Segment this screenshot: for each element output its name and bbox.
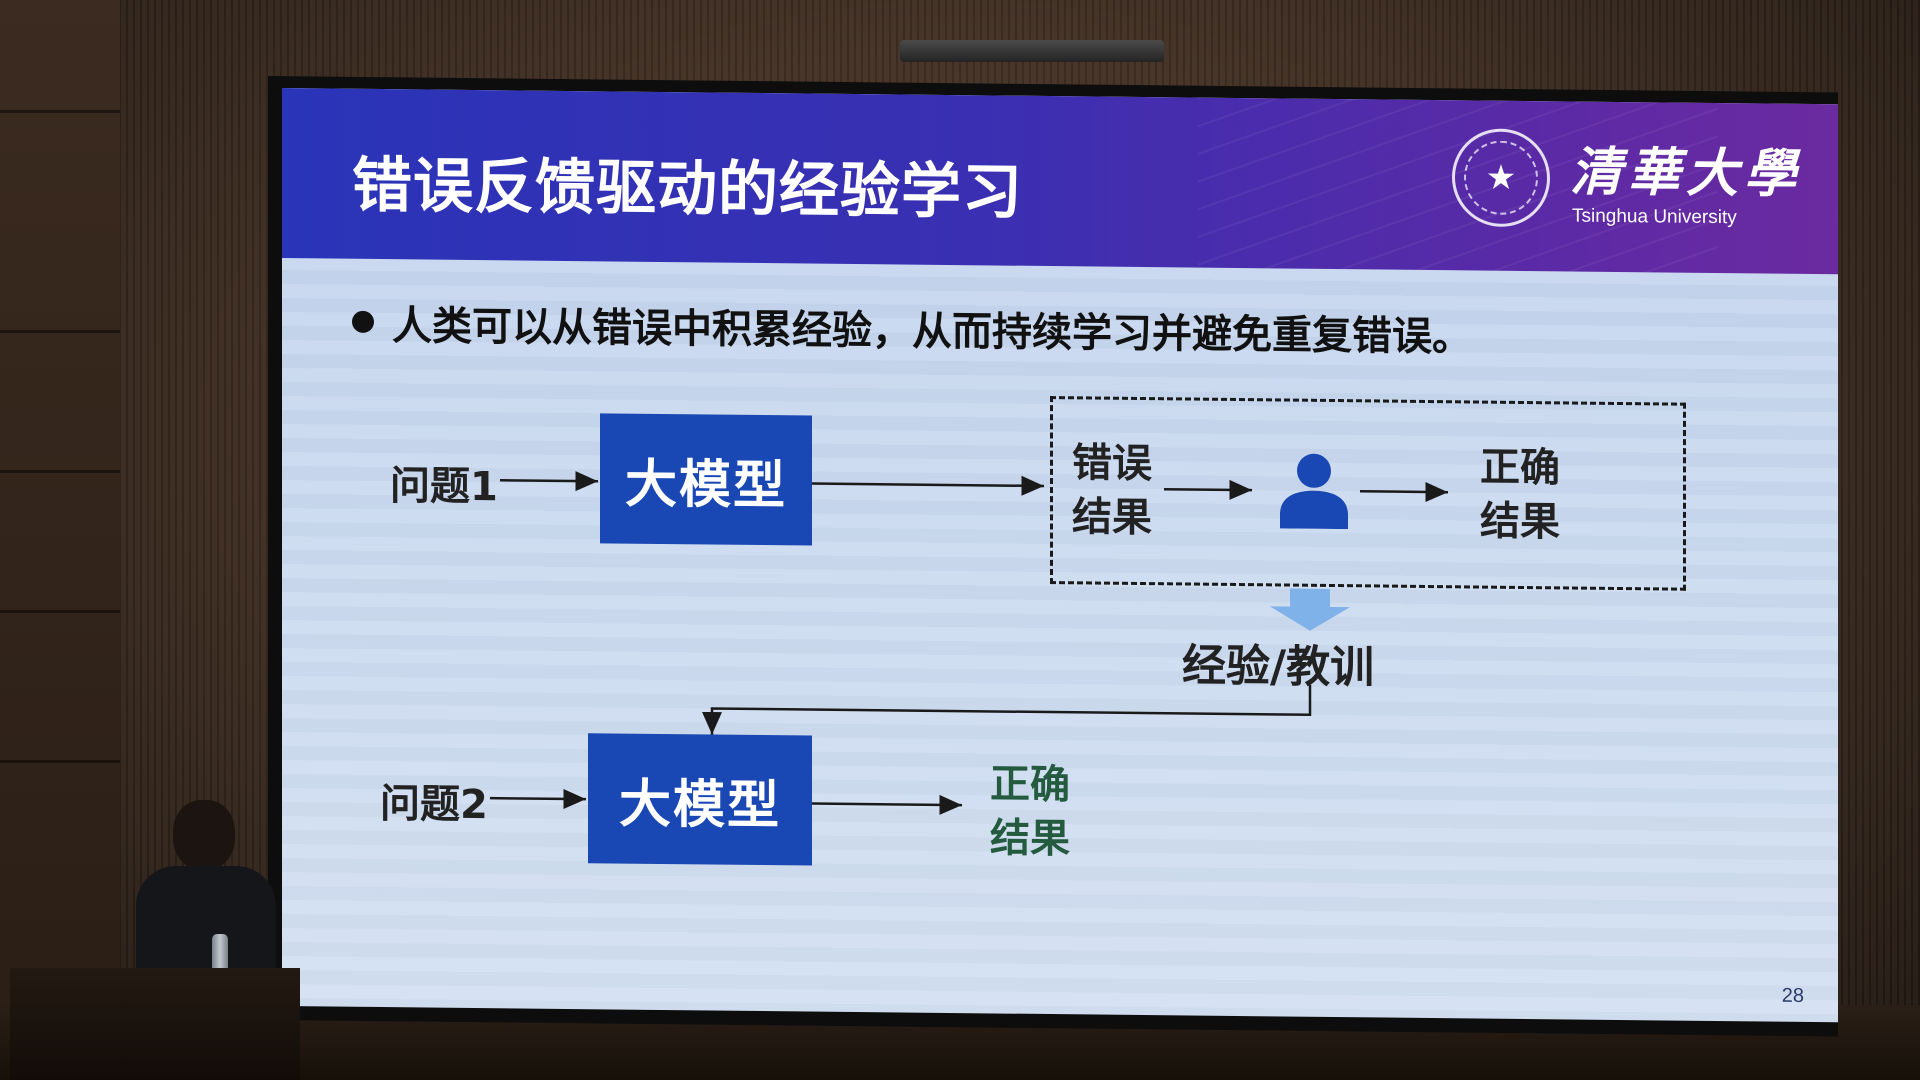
lectern	[10, 968, 300, 1080]
wrong-result-label: 错误 结果	[1072, 436, 1152, 545]
question-1-label: 问题1	[390, 463, 498, 511]
correct-result-label-2: 正确 结果	[990, 757, 1070, 866]
person-icon	[1280, 453, 1348, 530]
correct-result-1-line-1: 正确	[1480, 444, 1560, 492]
feedback-down-arrow	[1270, 588, 1350, 631]
lesson-label: 经验/教训	[1182, 640, 1375, 694]
arrow-question2-to-model	[490, 788, 586, 809]
bullet-icon	[352, 310, 374, 333]
correct-result-2-line-2: 结果	[990, 815, 1070, 863]
projector-bar	[900, 40, 1164, 62]
wrong-result-line-2: 结果	[1072, 494, 1152, 542]
correct-result-label-1: 正确 结果	[1480, 441, 1560, 550]
large-model-box-2: 大模型	[588, 733, 812, 866]
page-number: 28	[1781, 984, 1804, 1007]
slide-title: 错误反馈驱动的经验学习	[352, 150, 1023, 228]
university-logo-english: Tsinghua University	[1572, 205, 1737, 229]
presentation-slide: 错误反馈驱动的经验学习 ★ 清華大學 Tsinghua University 人…	[282, 88, 1838, 1023]
large-model-box-1: 大模型	[600, 413, 812, 546]
arrow-model2-to-correct-result	[812, 794, 962, 815]
university-seal-icon: ★	[1452, 128, 1550, 228]
wood-wall-panel	[0, 0, 120, 1080]
arrow-question1-to-model	[500, 471, 598, 492]
bullet-point: 人类可以从错误中积累经验，从而持续学习并避免重复错误。	[392, 303, 1472, 361]
slide-header: 错误反馈驱动的经验学习 ★ 清華大學 Tsinghua University	[282, 88, 1838, 275]
correct-result-1-line-2: 结果	[1480, 498, 1560, 546]
question-2-label: 问题2	[380, 781, 488, 829]
university-logo-chinese: 清華大學	[1570, 141, 1803, 205]
correct-result-2-line-1: 正确	[990, 761, 1070, 809]
arrow-model-to-wrong-result	[812, 475, 1044, 496]
wrong-result-line-1: 错误	[1072, 440, 1152, 488]
